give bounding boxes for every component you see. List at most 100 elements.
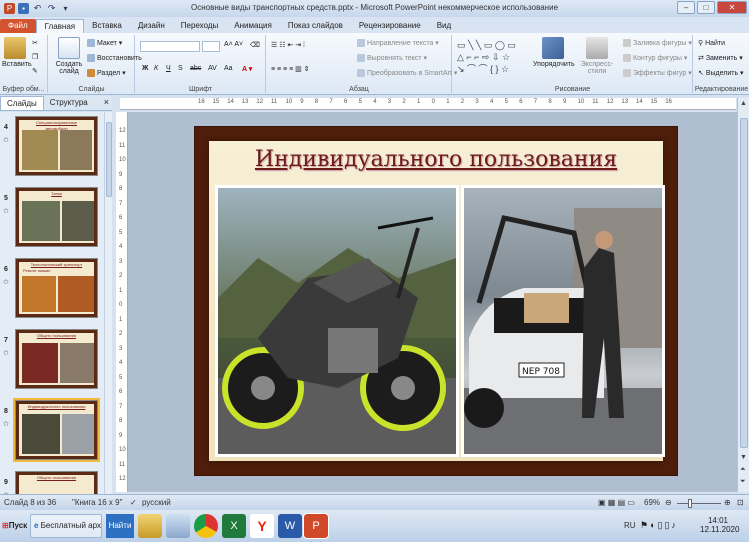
- input-language[interactable]: RU: [624, 521, 636, 530]
- ruler-tick-label: 5: [358, 99, 362, 105]
- tab-insert[interactable]: Вставка: [84, 19, 130, 33]
- start-button[interactable]: ⊞Пуск: [2, 514, 28, 538]
- slide-thumbnail-7[interactable]: Общего пользования: [15, 329, 98, 389]
- theme-name[interactable]: "Книга 16 х 9": [72, 498, 122, 507]
- clear-format-icon[interactable]: ⌫: [250, 41, 260, 49]
- minimize-button[interactable]: –: [677, 1, 695, 14]
- scroll-down-icon[interactable]: ▼: [740, 454, 747, 461]
- zoom-slider-thumb[interactable]: [688, 499, 692, 508]
- smartart-icon: [357, 69, 365, 78]
- maximize-button[interactable]: □: [697, 1, 715, 14]
- editor-scrollbar[interactable]: ▲ ▼ ⏶ ⏷: [737, 98, 749, 492]
- bold-button[interactable]: Ж: [142, 65, 148, 72]
- slide-thumbnails-pane[interactable]: 4 ✩ Специализированные автомобили 5 ✩ Танки…: [0, 112, 104, 494]
- powerpoint-icon[interactable]: P: [303, 513, 329, 539]
- clock[interactable]: 14:01 12.11.2020: [700, 516, 739, 534]
- tab-review[interactable]: Рецензирование: [351, 19, 429, 33]
- tab-animations[interactable]: Анимация: [226, 19, 280, 33]
- underline-button[interactable]: Ч: [166, 65, 171, 72]
- motorcycle-photo[interactable]: [215, 185, 459, 457]
- layout-button[interactable]: Макет ▾: [87, 39, 122, 48]
- font-name-combo[interactable]: [140, 41, 200, 52]
- tab-home[interactable]: Главная: [35, 19, 85, 33]
- effects-icon: [623, 69, 631, 78]
- align-icons[interactable]: ≡ ≡ ≡ ≡ ▥ ⇕: [271, 65, 310, 73]
- file-explorer-icon[interactable]: [138, 514, 162, 538]
- slide-thumbnail-9[interactable]: Общего пользования: [15, 471, 98, 494]
- select-icon: ↖: [698, 70, 706, 77]
- slide-title[interactable]: Индивидуального пользования: [209, 147, 663, 172]
- current-slide[interactable]: Индивидуального пользования NEP 708: [194, 126, 678, 476]
- tab-outline-pane[interactable]: Структура: [44, 96, 94, 110]
- italic-button[interactable]: К: [154, 65, 158, 72]
- replace-button[interactable]: ⇄ Заменить ▾: [698, 54, 743, 62]
- shape-effects-button[interactable]: Эффекты фигур ▾: [623, 69, 692, 78]
- previous-slide-icon[interactable]: ⏶: [740, 466, 746, 474]
- chrome-icon[interactable]: [194, 514, 218, 538]
- scroll-thumb[interactable]: [106, 122, 112, 197]
- font-size-combo[interactable]: [202, 41, 220, 52]
- quick-styles-button[interactable]: Экспресс-стили: [575, 37, 619, 75]
- new-slide-button[interactable]: Создать слайд: [53, 37, 85, 75]
- language-indicator[interactable]: русский: [142, 498, 171, 507]
- shadow-button[interactable]: S: [178, 65, 183, 72]
- next-slide-icon[interactable]: ⏷: [740, 478, 746, 486]
- paste-button[interactable]: Вставить: [2, 37, 32, 68]
- close-pane-icon[interactable]: ×: [104, 97, 109, 107]
- taskbar-find-button[interactable]: Найти: [106, 514, 134, 538]
- slide-thumbnail-8[interactable]: Индивидуального пользования: [13, 398, 100, 462]
- grow-font-icon[interactable]: A˄ A˅: [224, 41, 243, 48]
- animation-star-icon: ✩: [3, 421, 9, 428]
- arrange-button[interactable]: Упорядочить: [533, 37, 575, 68]
- reset-button[interactable]: Восстановить: [87, 54, 142, 62]
- strikethrough-button[interactable]: abc: [190, 65, 201, 72]
- zoom-in-icon[interactable]: ⊕: [724, 498, 731, 507]
- find-button[interactable]: ⚲ Найти: [698, 39, 725, 47]
- tab-view[interactable]: Вид: [429, 19, 459, 33]
- shapes-gallery[interactable]: ▭ ╲ ╲ ▭ ◯ ▭ △ ⌐ ⌐ ⇨ ⇩ ☆ ↘ ⌒ ⌒ { } ☆: [457, 39, 516, 75]
- change-case-button[interactable]: Aa: [224, 65, 233, 72]
- yandex-icon[interactable]: Y: [250, 514, 274, 538]
- smartart-button[interactable]: Преобразовать в SmartArt ▾: [357, 69, 457, 78]
- font-color-button[interactable]: A ▾: [242, 65, 252, 73]
- text-direction-icon: [357, 39, 365, 48]
- editor-scroll-thumb[interactable]: [740, 118, 748, 448]
- cut-icon[interactable]: ✂: [32, 39, 38, 47]
- word-icon[interactable]: W: [278, 514, 302, 538]
- char-spacing-button[interactable]: AV: [208, 65, 217, 72]
- tab-transitions[interactable]: Переходы: [173, 19, 227, 33]
- calculator-icon[interactable]: [166, 514, 190, 538]
- slide-thumbnail-4[interactable]: Специализированные автомобили: [15, 116, 98, 176]
- tab-slideshow[interactable]: Показ слайдов: [280, 19, 351, 33]
- tab-slides-pane[interactable]: Слайды: [0, 96, 44, 110]
- align-text-button[interactable]: Выровнять текст ▾: [357, 54, 427, 63]
- shape-fill-button[interactable]: Заливка фигуры ▾: [623, 39, 692, 48]
- zoom-out-icon[interactable]: ⊖: [665, 498, 672, 507]
- slide-thumbnail-5[interactable]: Танки: [15, 187, 98, 247]
- copy-icon[interactable]: ❐: [32, 53, 38, 61]
- zoom-level[interactable]: 69%: [644, 498, 660, 507]
- spell-check-icon[interactable]: ✓: [130, 498, 137, 507]
- animation-star-icon: ✩: [3, 279, 9, 286]
- car-trunk-photo[interactable]: NEP 708: [461, 185, 665, 457]
- shape-outline-button[interactable]: Контур фигуры ▾: [623, 54, 687, 63]
- scroll-up-icon[interactable]: ▲: [740, 100, 747, 107]
- select-button[interactable]: ↖ Выделить ▾: [698, 69, 744, 77]
- excel-icon[interactable]: X: [222, 514, 246, 538]
- fit-slide-icon[interactable]: ⊡: [737, 498, 744, 507]
- zoom-slider[interactable]: [677, 503, 721, 504]
- format-painter-icon[interactable]: ✎: [32, 67, 38, 75]
- text-direction-button[interactable]: Направление текста ▾: [357, 39, 439, 48]
- window-title: Основные виды транспортных средств.pptx …: [190, 3, 559, 12]
- tab-design[interactable]: Дизайн: [130, 19, 173, 33]
- thumbnails-scrollbar[interactable]: [104, 112, 112, 494]
- section-button[interactable]: Раздел ▾: [87, 69, 126, 78]
- windows-logo-icon: ⊞: [2, 521, 9, 530]
- tray-icons[interactable]: ⚑◐▯▯♪: [640, 520, 678, 531]
- slide-thumbnail-6[interactable]: Технологический транспорт Ремонт машин: [15, 258, 98, 318]
- close-button[interactable]: ✕: [717, 1, 747, 14]
- tab-file[interactable]: Файл: [0, 19, 36, 33]
- taskbar-browser-window[interactable]: e Бесплатный арх...: [30, 514, 102, 538]
- bullets-icon[interactable]: ☰ ☷ ⇤ ⇥ ⁞: [271, 41, 305, 49]
- normal-view-icon[interactable]: ▣ ▦ ▤ ▭: [598, 498, 635, 507]
